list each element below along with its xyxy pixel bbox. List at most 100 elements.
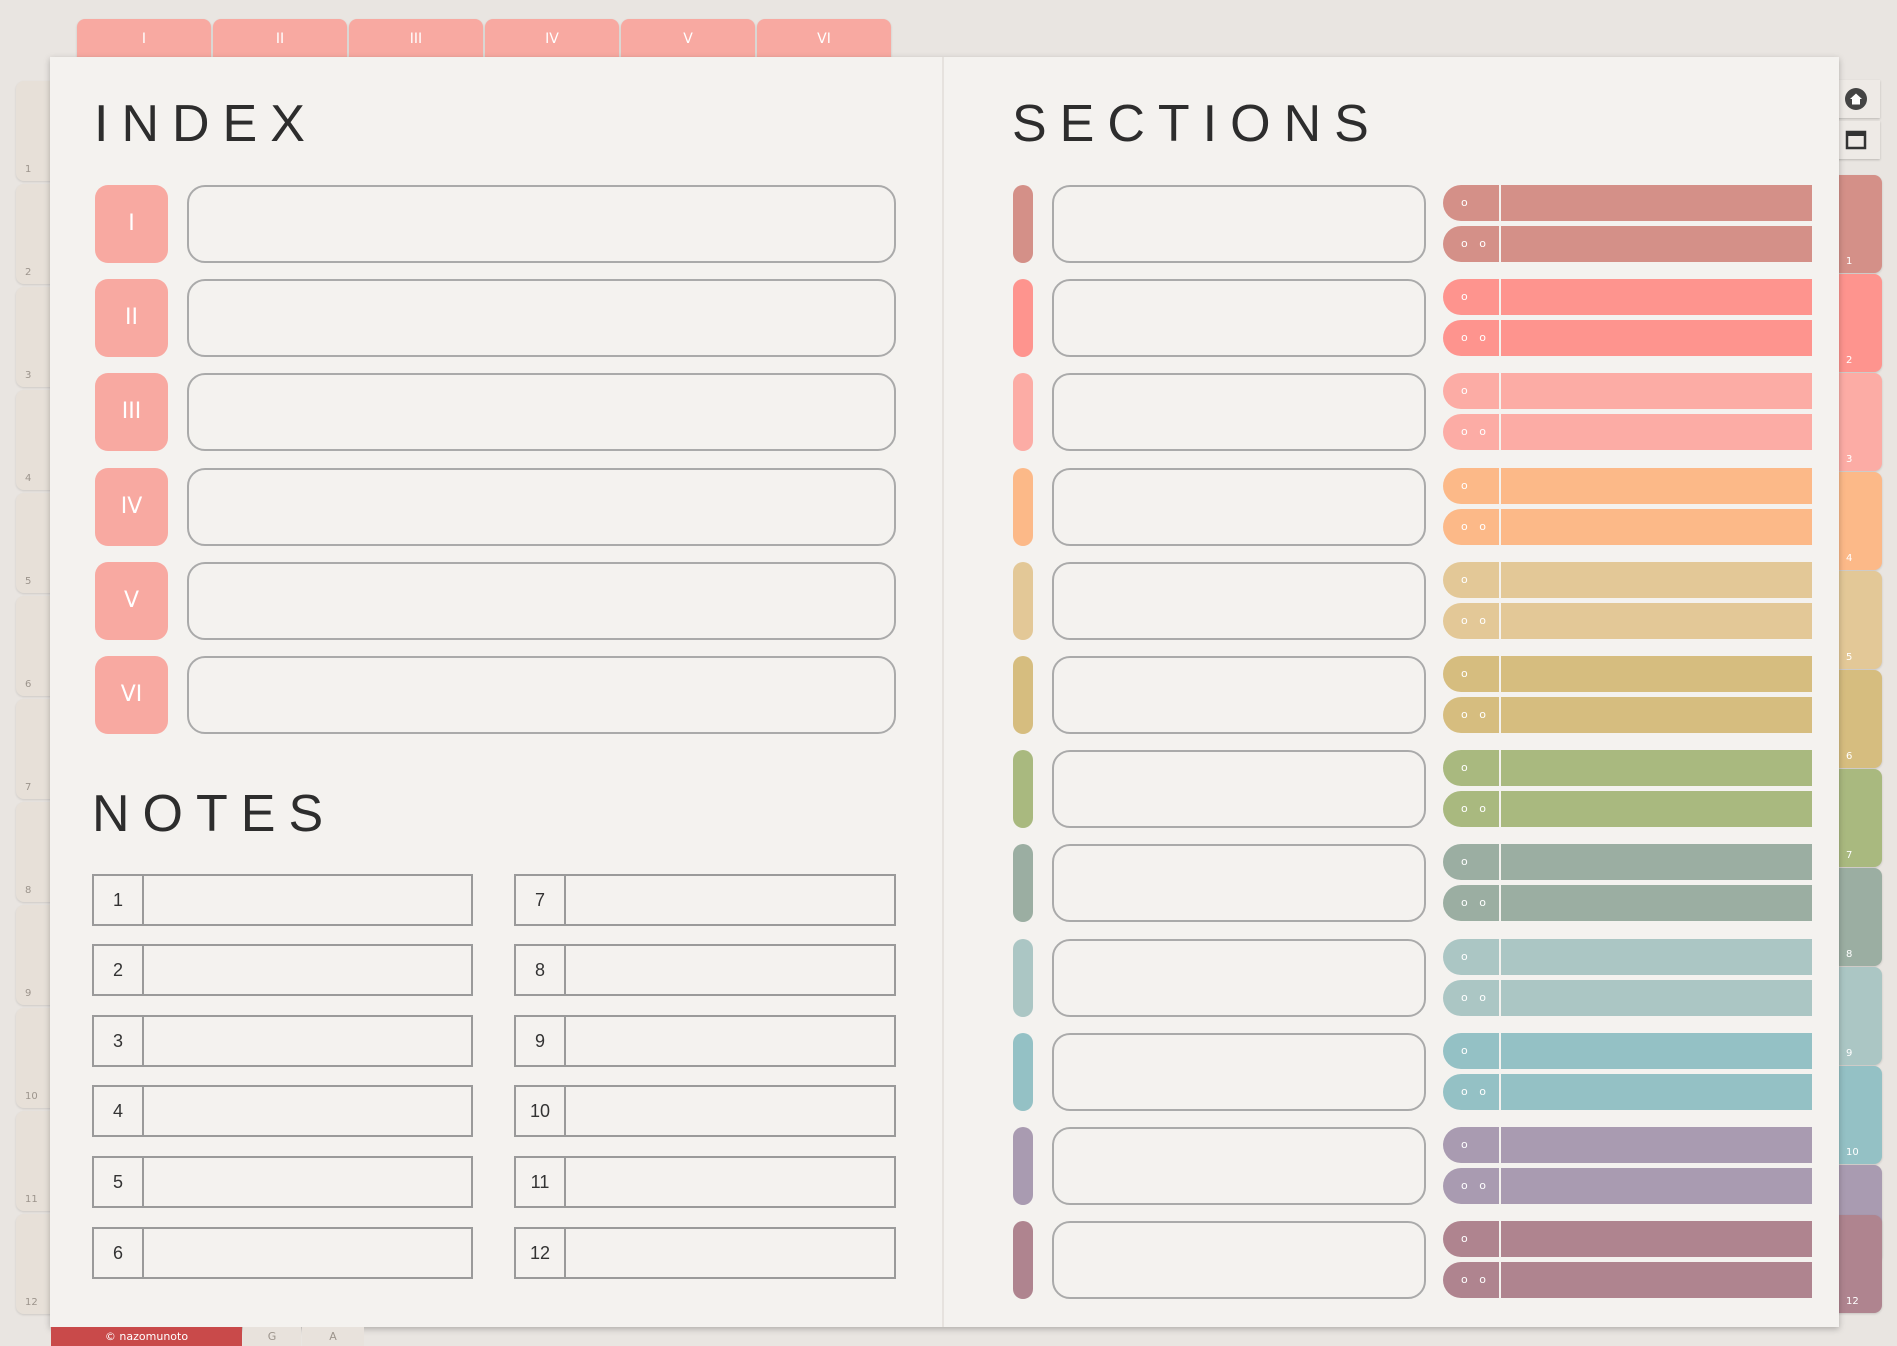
note-field-2[interactable]: 2: [92, 944, 473, 996]
section-link-single[interactable]: o: [1443, 750, 1812, 786]
section-link-single[interactable]: o: [1443, 279, 1812, 315]
section-field-2[interactable]: [1052, 279, 1426, 357]
section-field-8[interactable]: [1052, 844, 1426, 922]
note-field-1[interactable]: 1: [92, 874, 473, 926]
section-link-double[interactable]: o o: [1443, 980, 1812, 1016]
note-field-8[interactable]: 8: [514, 944, 896, 996]
ring-marker: o: [1461, 667, 1472, 680]
section-link-single[interactable]: o: [1443, 373, 1812, 409]
section-link-single[interactable]: o: [1443, 1033, 1812, 1069]
index-field-ii[interactable]: [187, 279, 896, 357]
bar-divider: [1499, 885, 1501, 921]
note-number: 3: [94, 1017, 144, 1065]
section-field-10[interactable]: [1052, 1033, 1426, 1111]
right-tab-label: 9: [1846, 1048, 1853, 1059]
section-link-single[interactable]: o: [1443, 185, 1812, 221]
section-link-double[interactable]: o o: [1443, 509, 1812, 545]
note-number: 10: [516, 1087, 566, 1135]
section-field-12[interactable]: [1052, 1221, 1426, 1299]
ring-marker: o o: [1461, 425, 1490, 438]
section-color-marker: [1013, 844, 1033, 922]
top-tab-ii[interactable]: II: [213, 19, 347, 59]
section-field-11[interactable]: [1052, 1127, 1426, 1205]
right-tab-label: 6: [1846, 751, 1853, 762]
section-link-single[interactable]: o: [1443, 939, 1812, 975]
note-number: 8: [516, 946, 566, 994]
section-link-double[interactable]: o o: [1443, 226, 1812, 262]
ring-marker: o o: [1461, 237, 1490, 250]
bar-divider: [1499, 750, 1501, 786]
index-badge-ii[interactable]: II: [95, 279, 168, 357]
top-tab-i[interactable]: I: [77, 19, 211, 59]
section-link-double[interactable]: o o: [1443, 320, 1812, 356]
index-title: INDEX: [94, 95, 318, 153]
ring-marker: o: [1461, 950, 1472, 963]
section-link-double[interactable]: o o: [1443, 1074, 1812, 1110]
section-color-marker: [1013, 1033, 1033, 1111]
section-link-double[interactable]: o o: [1443, 1168, 1812, 1204]
section-link-single[interactable]: o: [1443, 1221, 1812, 1257]
section-link-double[interactable]: o o: [1443, 603, 1812, 639]
right-tab-label: 10: [1846, 1147, 1859, 1158]
index-badge-iv[interactable]: IV: [95, 468, 168, 546]
bar-divider: [1499, 509, 1501, 545]
note-field-12[interactable]: 12: [514, 1227, 896, 1279]
index-badge-vi[interactable]: VI: [95, 656, 168, 734]
note-field-3[interactable]: 3: [92, 1015, 473, 1067]
section-link-double[interactable]: o o: [1443, 1262, 1812, 1298]
section-link-single[interactable]: o: [1443, 656, 1812, 692]
index-field-iii[interactable]: [187, 373, 896, 451]
section-field-5[interactable]: [1052, 562, 1426, 640]
index-badge-iii[interactable]: III: [95, 373, 168, 451]
note-field-5[interactable]: 5: [92, 1156, 473, 1208]
section-field-1[interactable]: [1052, 185, 1426, 263]
footer-tab-g[interactable]: G: [243, 1327, 301, 1346]
bar-divider: [1499, 185, 1501, 221]
note-field-10[interactable]: 10: [514, 1085, 896, 1137]
section-field-7[interactable]: [1052, 750, 1426, 828]
note-number: 7: [516, 876, 566, 924]
note-field-7[interactable]: 7: [514, 874, 896, 926]
section-field-9[interactable]: [1052, 939, 1426, 1017]
section-link-single[interactable]: o: [1443, 562, 1812, 598]
section-link-single[interactable]: o: [1443, 1127, 1812, 1163]
note-field-9[interactable]: 9: [514, 1015, 896, 1067]
section-link-single[interactable]: o: [1443, 468, 1812, 504]
section-link-double[interactable]: o o: [1443, 414, 1812, 450]
section-field-3[interactable]: [1052, 373, 1426, 451]
note-number: 11: [516, 1158, 566, 1206]
top-tab-iii[interactable]: III: [349, 19, 483, 59]
right-tab-label: 1: [1846, 256, 1853, 267]
top-tab-v[interactable]: V: [621, 19, 755, 59]
note-field-4[interactable]: 4: [92, 1085, 473, 1137]
left-tab-label: 12: [25, 1297, 38, 1308]
note-field-6[interactable]: 6: [92, 1227, 473, 1279]
section-link-double[interactable]: o o: [1443, 885, 1812, 921]
bar-divider: [1499, 656, 1501, 692]
left-tab-label: 3: [25, 370, 32, 381]
bar-divider: [1499, 414, 1501, 450]
section-link-double[interactable]: o o: [1443, 697, 1812, 733]
index-field-i[interactable]: [187, 185, 896, 263]
ring-marker: o o: [1461, 520, 1490, 533]
note-field-11[interactable]: 11: [514, 1156, 896, 1208]
top-tab-iv[interactable]: IV: [485, 19, 619, 59]
ring-marker: o o: [1461, 708, 1490, 721]
ring-marker: o: [1461, 573, 1472, 586]
index-field-vi[interactable]: [187, 656, 896, 734]
top-tab-vi[interactable]: VI: [757, 19, 891, 59]
section-field-6[interactable]: [1052, 656, 1426, 734]
section-field-4[interactable]: [1052, 468, 1426, 546]
index-badge-i[interactable]: I: [95, 185, 168, 263]
section-link-double[interactable]: o o: [1443, 791, 1812, 827]
index-field-v[interactable]: [187, 562, 896, 640]
bar-divider: [1499, 791, 1501, 827]
footer-tab-a[interactable]: A: [302, 1327, 364, 1346]
index-badge-v[interactable]: V: [95, 562, 168, 640]
bar-divider: [1499, 468, 1501, 504]
note-number: 5: [94, 1158, 144, 1206]
bar-divider: [1499, 373, 1501, 409]
index-field-iv[interactable]: [187, 468, 896, 546]
section-link-single[interactable]: o: [1443, 844, 1812, 880]
ring-marker: o: [1461, 196, 1472, 209]
